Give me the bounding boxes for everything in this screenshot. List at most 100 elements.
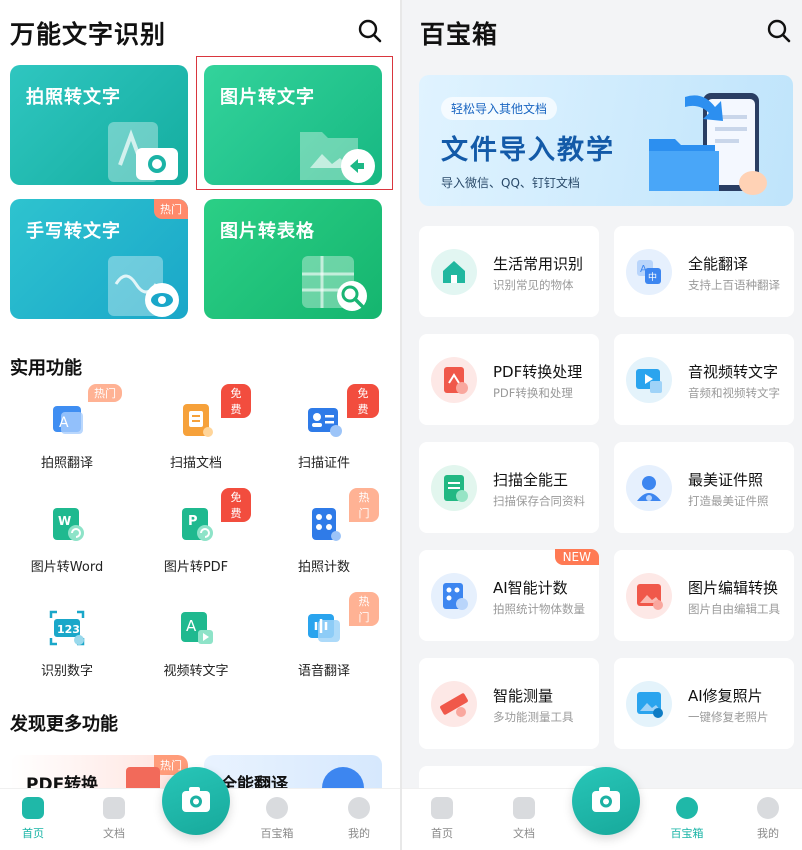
feature-photo-count[interactable]: 拍照计数 热门 xyxy=(269,488,379,575)
feature-label: 拍照翻译 xyxy=(40,456,93,471)
tab-toolbox[interactable]: 百宝箱 xyxy=(247,797,307,841)
tool-title: 全能翻译 xyxy=(688,255,749,273)
import-tutorial-banner[interactable]: 轻松导入其他文档 文件导入教学 导入微信、QQ、钉钉文档 xyxy=(419,75,793,206)
tool-title: PDF转换处理 xyxy=(493,363,583,381)
feature-scan-id[interactable]: 扫描证件 免费 xyxy=(269,384,379,471)
phone-import-illustration xyxy=(649,93,767,195)
feature-label: 扫描证件 xyxy=(297,456,350,471)
more-translate-card[interactable]: 全能翻译 xyxy=(204,755,382,790)
tool-title: 生活常用识别 xyxy=(493,255,584,273)
tab-label: 文档 xyxy=(103,827,125,840)
new-badge: NEW xyxy=(554,549,599,565)
image-to-text-card[interactable]: 图片转文字 xyxy=(204,65,382,185)
page-title: 万能文字识别 xyxy=(10,20,167,49)
section-practical-title: 实用功能 xyxy=(10,358,82,379)
tool-title: 音视频转文字 xyxy=(688,363,779,381)
pdf-icon xyxy=(126,767,160,790)
feature-label: 视频转文字 xyxy=(163,664,229,679)
home-icon xyxy=(431,797,453,819)
tab-documents[interactable]: 文档 xyxy=(494,797,554,841)
feature-label: 语音翻译 xyxy=(297,664,350,679)
tool-scanner[interactable]: 扫描全能王 扫描保存合同资料 xyxy=(419,442,599,533)
tool-subtitle: 一键修复老照片 xyxy=(688,710,769,724)
search-icon[interactable] xyxy=(766,18,792,44)
tool-subtitle: 图片自由编辑工具 xyxy=(688,602,780,616)
word-icon: W xyxy=(47,504,87,544)
tool-subtitle: 打造最美证件照 xyxy=(688,494,769,508)
table-search-icon xyxy=(302,256,367,311)
document-icon xyxy=(103,797,125,819)
search-icon[interactable] xyxy=(357,18,383,44)
banner-headline: 文件导入教学 xyxy=(441,135,615,166)
free-badge: 免费 xyxy=(347,384,379,418)
tool-subtitle: 扫描保存合同资料 xyxy=(493,494,585,508)
tab-label: 百宝箱 xyxy=(670,827,704,840)
pdf-icon: P xyxy=(176,504,216,544)
tool-title: 最美证件照 xyxy=(688,471,764,489)
document-icon xyxy=(513,797,535,819)
feature-image-to-word[interactable]: W 图片转Word xyxy=(12,504,122,575)
tab-me[interactable]: 我的 xyxy=(738,797,798,841)
tab-documents[interactable]: 文档 xyxy=(84,797,144,841)
tool-title: 扫描全能王 xyxy=(493,471,569,489)
svg-text:A: A xyxy=(640,264,647,275)
pdf-icon xyxy=(431,357,477,403)
tool-subtitle: 多功能测量工具 xyxy=(493,710,574,724)
number-scan-icon: 123 xyxy=(47,608,87,648)
tool-image-edit[interactable]: 图片编辑转换 图片自由编辑工具 xyxy=(614,550,794,641)
scan-document-icon xyxy=(431,465,477,511)
tool-title: 图片编辑转换 xyxy=(688,579,779,597)
svg-text:A: A xyxy=(59,415,69,431)
feature-photo-translate[interactable]: A 拍照翻译 热门 xyxy=(12,384,122,471)
feature-voice-translate[interactable]: 语音翻译 热门 xyxy=(269,592,379,679)
svg-text:P: P xyxy=(188,514,198,529)
camera-document-icon xyxy=(108,122,178,182)
feature-scan-document[interactable]: 扫描文档 免费 xyxy=(141,384,251,471)
svg-text:A: A xyxy=(186,617,197,635)
tool-title: AI智能计数 xyxy=(493,579,568,597)
page-title: 百宝箱 xyxy=(420,20,499,49)
feature-label: 扫描文档 xyxy=(169,456,222,471)
tab-me[interactable]: 我的 xyxy=(329,797,389,841)
handwriting-eye-icon xyxy=(108,256,179,317)
feature-label: 图片转Word xyxy=(30,560,104,575)
feature-recognize-number[interactable]: 123 识别数字 xyxy=(12,608,122,679)
feature-label: 图片转PDF xyxy=(163,560,229,575)
tool-universal-translate[interactable]: A中 全能翻译 支持上百语种翻译 xyxy=(614,226,794,317)
tool-subtitle: 支持上百语种翻译 xyxy=(688,278,780,292)
tool-ai-photo-repair[interactable]: AI修复照片 一键修复老照片 xyxy=(614,658,794,749)
feature-image-to-pdf[interactable]: P 图片转PDF 免费 xyxy=(141,488,251,575)
camera-button[interactable] xyxy=(162,767,230,835)
svg-text:W: W xyxy=(58,514,71,528)
tool-ai-count[interactable]: AI智能计数 拍照统计物体数量 NEW xyxy=(419,549,599,641)
tab-home[interactable]: 首页 xyxy=(412,797,472,841)
tool-smart-measure[interactable]: 智能测量 多功能测量工具 xyxy=(419,658,599,749)
tool-title: AI修复照片 xyxy=(688,687,763,705)
id-card-icon xyxy=(304,400,344,440)
feature-video-to-text[interactable]: A 视频转文字 xyxy=(141,608,251,679)
toolbox-icon xyxy=(266,797,288,819)
feature-label: 拍照计数 xyxy=(297,560,350,575)
image-folder-icon xyxy=(300,132,375,183)
tool-daily-recognition[interactable]: 生活常用识别 识别常见的物体 xyxy=(419,226,599,317)
more-card-label: 全能翻译 xyxy=(220,775,288,790)
free-badge: 免费 xyxy=(221,384,251,418)
handwriting-to-text-card[interactable]: 手写转文字 热门 xyxy=(10,199,188,319)
card-label: 图片转表格 xyxy=(220,221,315,242)
photo-to-text-card[interactable]: 拍照转文字 xyxy=(10,65,188,185)
portrait-icon xyxy=(626,465,672,511)
hot-badge: 热门 xyxy=(154,199,188,219)
free-badge: 免费 xyxy=(221,488,251,522)
tool-pdf-convert[interactable]: PDF转换处理 PDF转换和处理 xyxy=(419,334,599,425)
tool-av-to-text[interactable]: 音视频转文字 音频和视频转文字 xyxy=(614,334,794,425)
tool-id-photo[interactable]: 最美证件照 打造最美证件照 xyxy=(614,442,794,533)
tab-label: 首页 xyxy=(22,827,44,840)
photo-repair-icon xyxy=(626,681,672,727)
camera-icon xyxy=(182,787,210,812)
camera-button[interactable] xyxy=(572,767,640,835)
tab-home[interactable]: 首页 xyxy=(3,797,63,841)
tab-toolbox[interactable]: 百宝箱 xyxy=(657,797,717,841)
image-to-table-card[interactable]: 图片转表格 xyxy=(204,199,382,319)
tab-label: 我的 xyxy=(348,827,370,840)
section-more-title: 发现更多功能 xyxy=(10,714,118,735)
